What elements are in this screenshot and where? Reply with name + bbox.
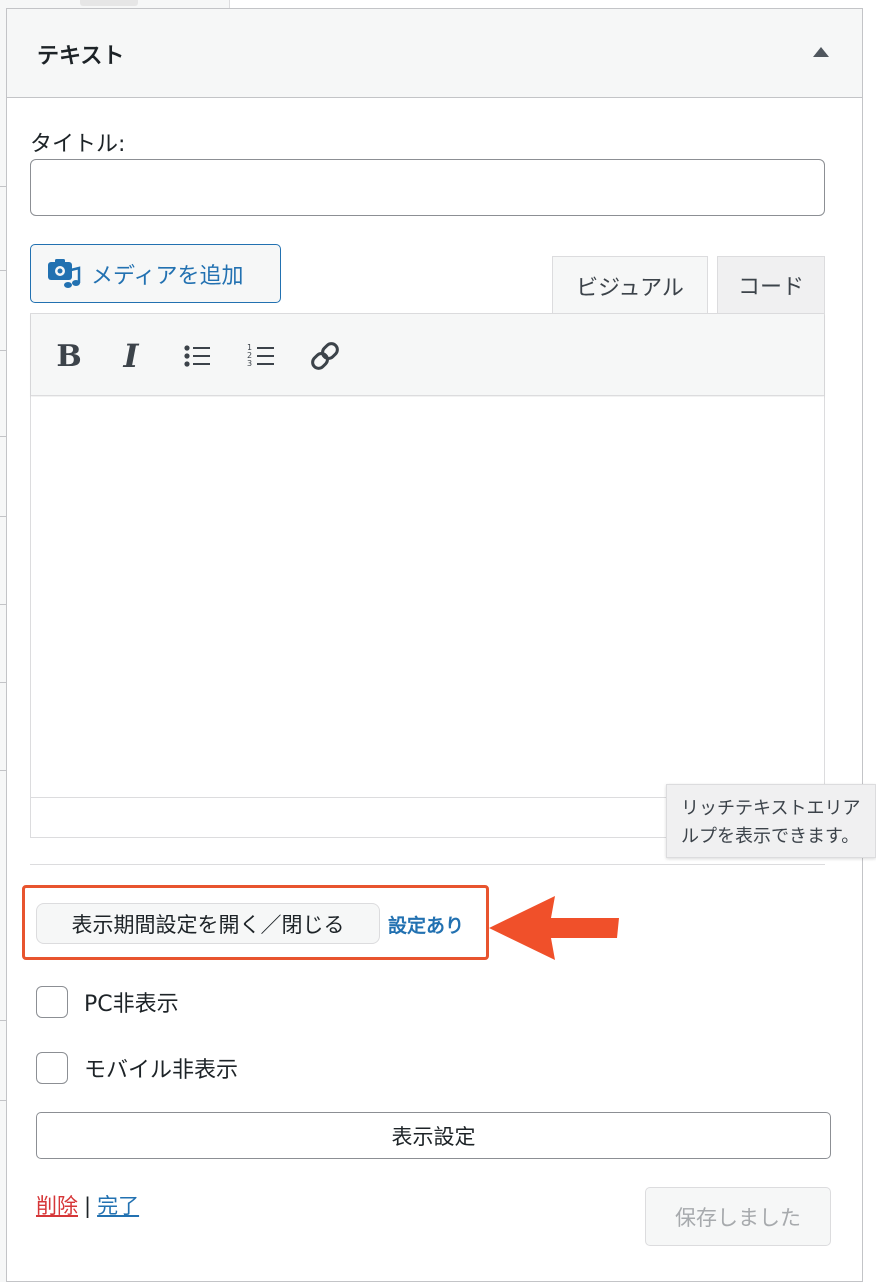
triangle-up-icon[interactable] (813, 47, 829, 57)
display-period-toggle-button[interactable]: 表示期間設定を開く／閉じる (36, 903, 380, 944)
background-top-tab (80, 0, 138, 6)
svg-text:3: 3 (247, 359, 252, 368)
widget-footer-links: 削除 | 完了 (36, 1190, 139, 1220)
tooltip-line: リッチテキストエリア (681, 798, 861, 819)
saved-button: 保存しました (645, 1187, 831, 1246)
widget-header[interactable]: テキスト (7, 9, 862, 98)
display-settings-button[interactable]: 表示設定 (36, 1112, 831, 1159)
delete-link[interactable]: 削除 (36, 1194, 78, 1218)
editor-help-tooltip: リッチテキストエリア ルプを表示できます。 (666, 784, 876, 858)
link-icon[interactable] (305, 336, 345, 376)
add-media-label: メディアを追加 (91, 263, 244, 289)
widget-title: テキスト (37, 44, 125, 69)
tab-visual[interactable]: ビジュアル (552, 256, 708, 315)
pc-hide-label: PC非表示 (84, 992, 179, 1017)
mobile-hide-option: モバイル非表示 (36, 1052, 238, 1084)
mobile-hide-checkbox[interactable] (36, 1052, 68, 1084)
add-media-button[interactable]: メディアを追加 (30, 244, 281, 303)
divider (30, 864, 825, 865)
link-separator: | (84, 1194, 92, 1218)
title-input[interactable] (30, 159, 825, 216)
mobile-hide-label: モバイル非表示 (84, 1058, 239, 1083)
done-link[interactable]: 完了 (97, 1194, 139, 1218)
camera-music-icon (47, 257, 81, 291)
tooltip-line: ルプを表示できます。 (681, 826, 860, 847)
pc-hide-checkbox[interactable] (36, 986, 68, 1018)
editor-toolbar: B I 1 2 3 (31, 314, 824, 396)
title-label: タイトル: (30, 132, 126, 157)
italic-button[interactable]: I (111, 336, 151, 376)
bullet-list-icon[interactable] (177, 336, 217, 376)
pc-hide-option: PC非表示 (36, 986, 179, 1018)
editor-content-area[interactable] (31, 397, 824, 797)
tab-code[interactable]: コード (717, 256, 825, 314)
rich-text-editor: B I 1 2 3 (30, 313, 825, 838)
numbered-list-icon[interactable]: 1 2 3 (241, 336, 281, 376)
annotation-arrow-icon (487, 894, 621, 966)
bold-button[interactable]: B (49, 336, 89, 376)
display-period-status: 設定あり (388, 915, 465, 937)
